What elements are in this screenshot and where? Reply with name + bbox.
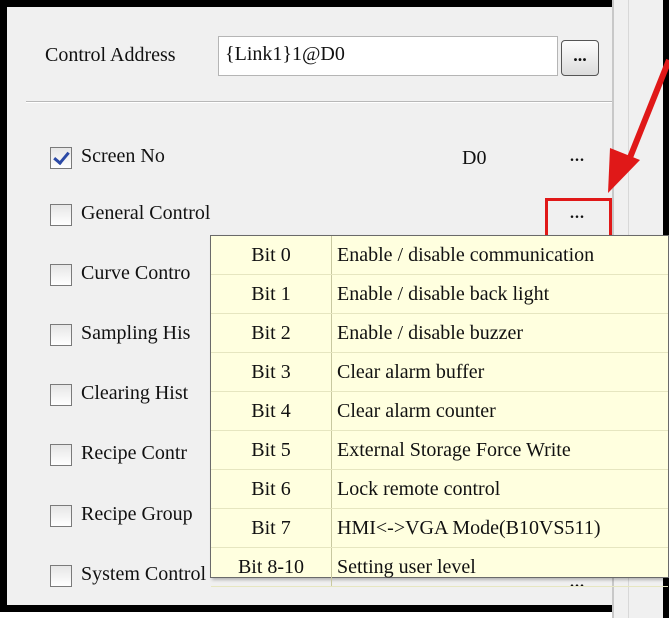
- bit-row: Bit 8-10 Setting user level: [211, 547, 668, 587]
- bit-number: Bit 2: [211, 313, 332, 353]
- bit-number: Bit 7: [211, 508, 332, 548]
- bit-description: Enable / disable back light: [331, 274, 668, 314]
- bit-description-popup: Bit 0 Enable / disable communication Bit 1…: [210, 235, 669, 587]
- bit-description: HMI<->VGA Mode(B10VS511): [331, 508, 668, 548]
- bit-description: External Storage Force Write: [331, 430, 668, 470]
- bit-row: Bit 7 HMI<->VGA Mode(B10VS511): [211, 508, 668, 548]
- bit-row: Bit 5 External Storage Force Write: [211, 430, 668, 470]
- bit-row: Bit 3 Clear alarm buffer: [211, 352, 668, 392]
- bit-number: Bit 4: [211, 391, 332, 431]
- bit-row: Bit 6 Lock remote control: [211, 469, 668, 509]
- bit-description: Enable / disable communication: [331, 236, 668, 275]
- bit-description: Clear alarm buffer: [331, 352, 668, 392]
- bit-number: Bit 1: [211, 274, 332, 314]
- bit-description: Setting user level: [331, 547, 668, 587]
- bit-number: Bit 6: [211, 469, 332, 509]
- bit-row: Bit 0 Enable / disable communication: [211, 236, 668, 275]
- bit-table: Bit 0 Enable / disable communication Bit 1…: [211, 236, 668, 587]
- bit-number: Bit 8-10: [211, 547, 332, 587]
- bit-number: Bit 0: [211, 236, 332, 275]
- bit-number: Bit 3: [211, 352, 332, 392]
- bit-row: Bit 2 Enable / disable buzzer: [211, 313, 668, 353]
- bit-row: Bit 4 Clear alarm counter: [211, 391, 668, 431]
- bit-description: Enable / disable buzzer: [331, 313, 668, 353]
- bit-row: Bit 1 Enable / disable back light: [211, 274, 668, 314]
- bit-description: Lock remote control: [331, 469, 668, 509]
- bit-description: Clear alarm counter: [331, 391, 668, 431]
- bit-number: Bit 5: [211, 430, 332, 470]
